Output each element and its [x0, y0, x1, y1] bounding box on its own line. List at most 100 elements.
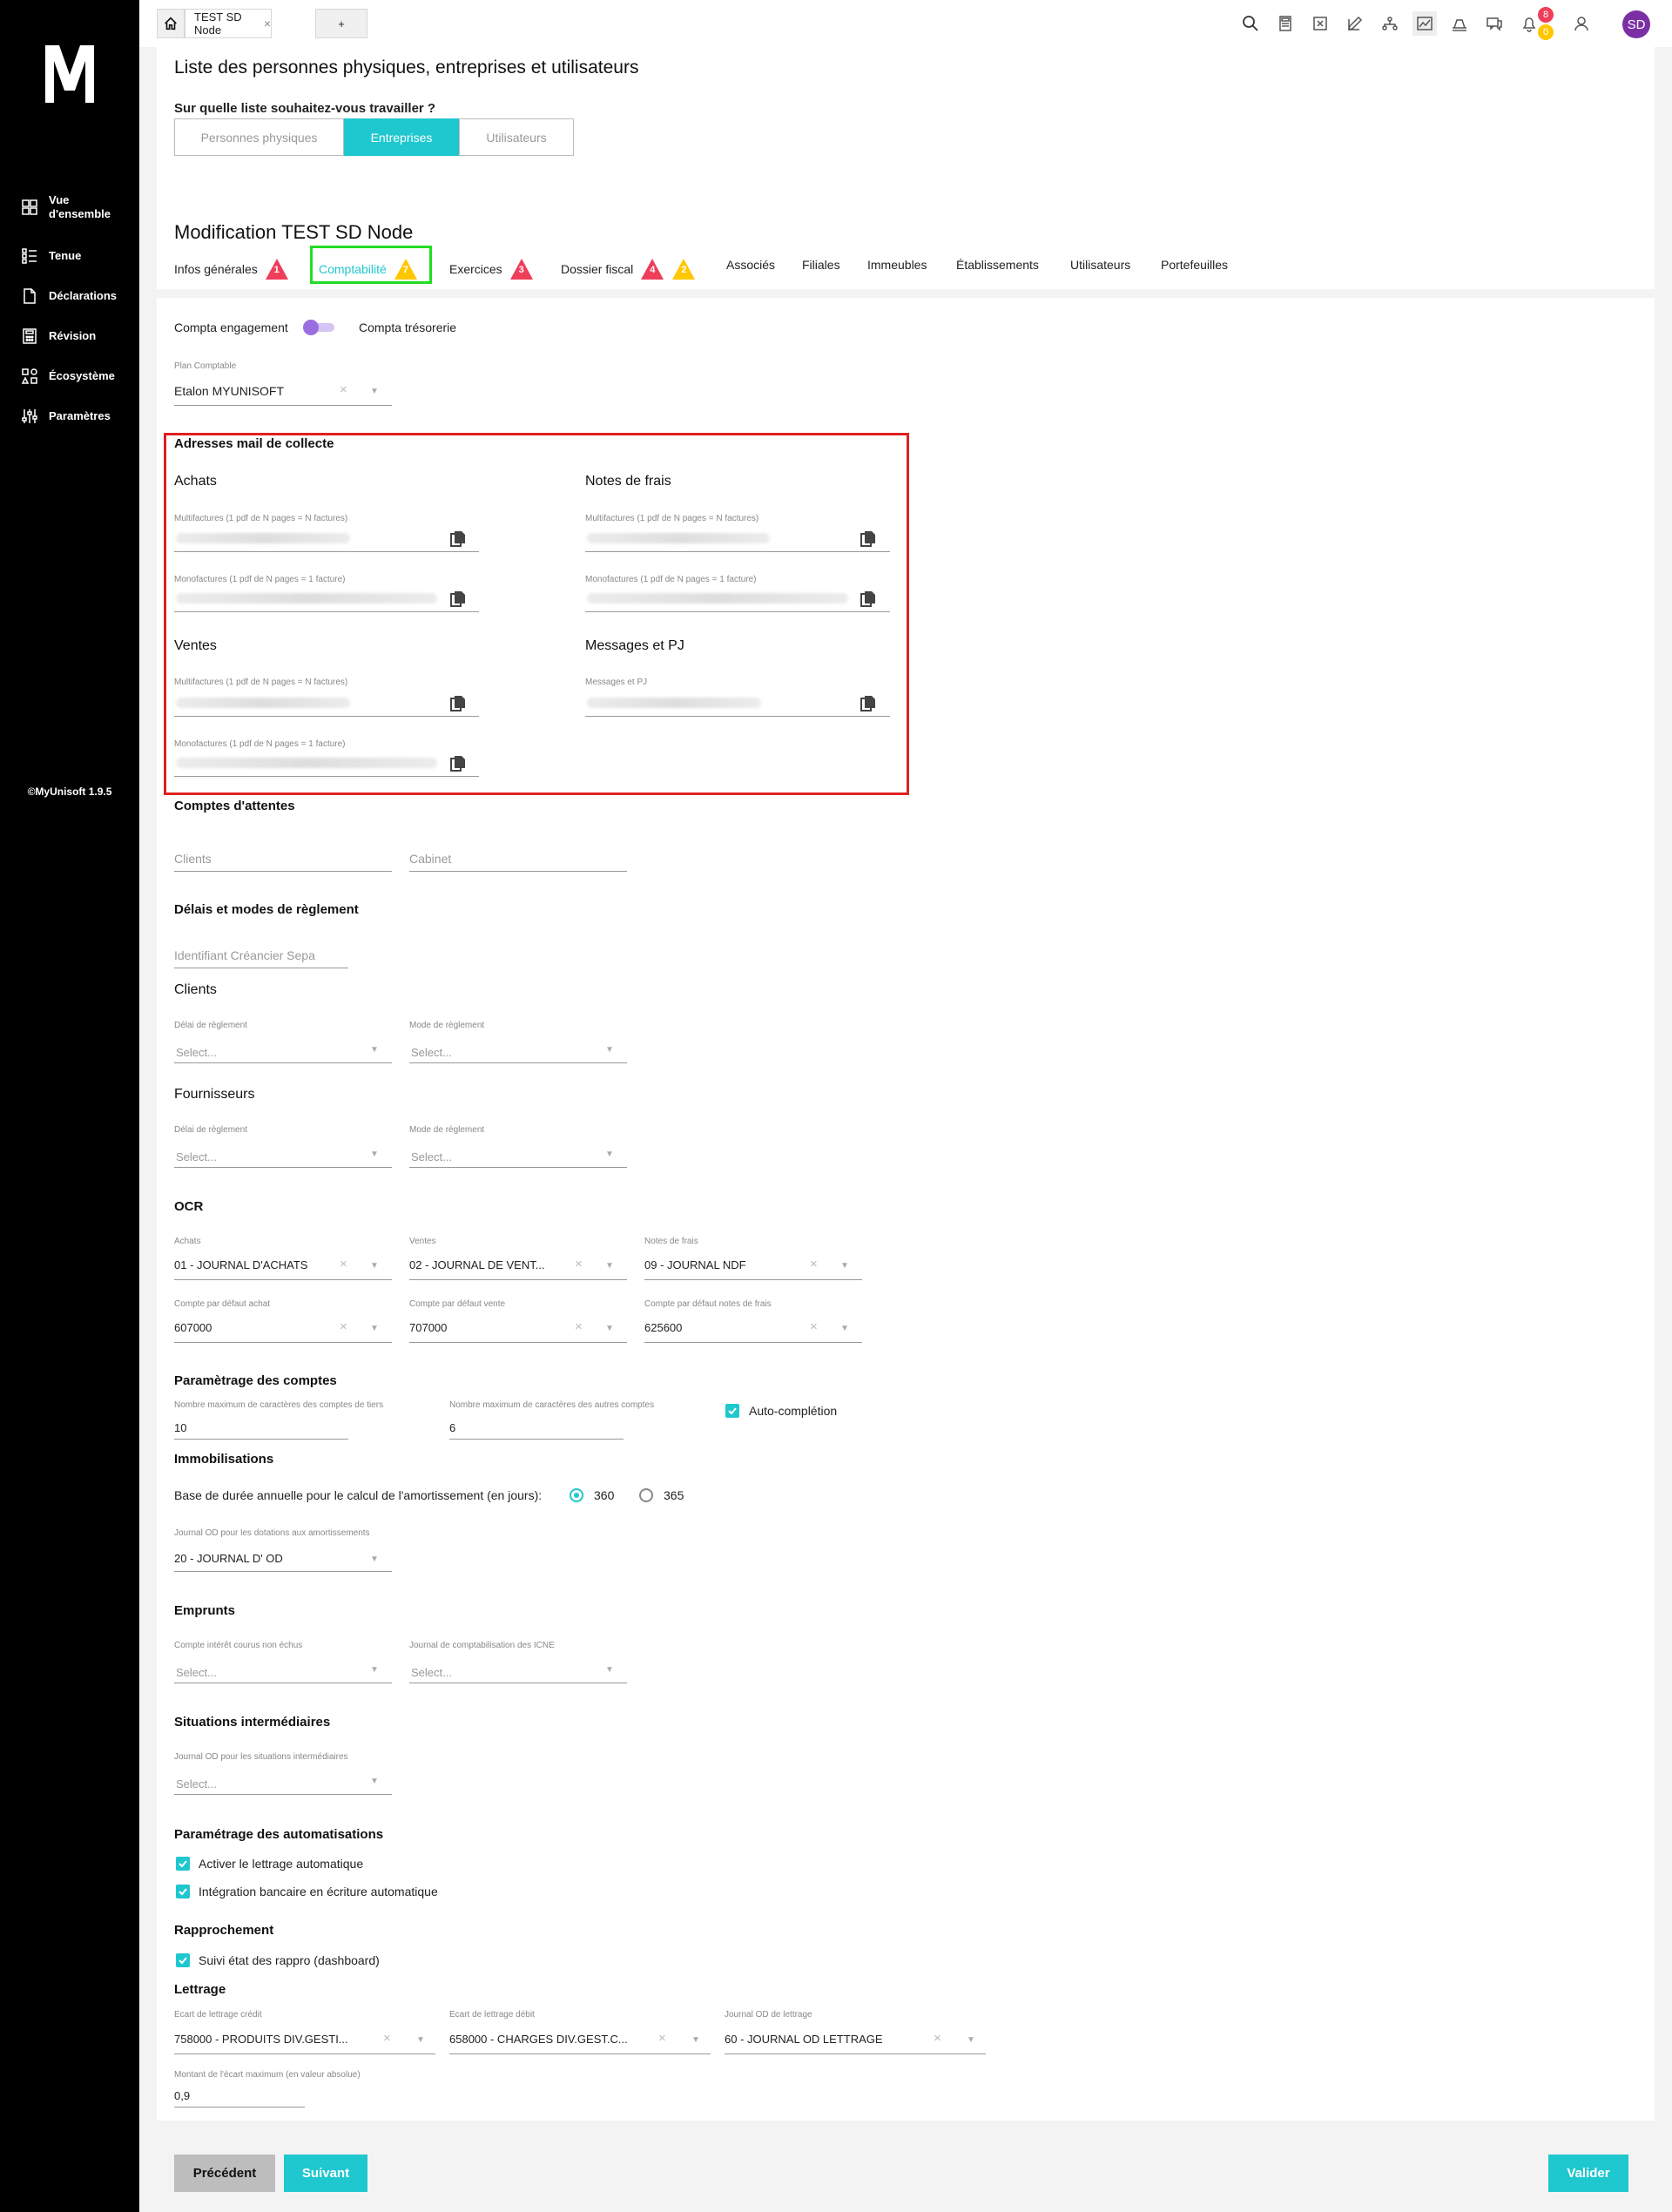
ocr-compte-achat-select[interactable]: 607000 — [174, 1321, 212, 1334]
chevron-down-icon[interactable]: ▼ — [967, 2035, 975, 2045]
tab-filiales[interactable]: Filiales — [802, 258, 840, 272]
max-autres-input[interactable]: 6 — [449, 1421, 455, 1434]
clear-icon[interactable]: × — [340, 382, 347, 397]
ocr-compte-vente-select[interactable]: 707000 — [409, 1321, 447, 1334]
suivi-rappro-checkbox[interactable] — [176, 1953, 190, 1967]
radio-360[interactable] — [570, 1488, 583, 1502]
chevron-down-icon[interactable]: ▼ — [370, 1150, 379, 1159]
tab-test-sd-node[interactable]: TEST SD Node × — [185, 9, 272, 38]
copy-button[interactable] — [448, 754, 468, 778]
messages-email[interactable] — [587, 698, 761, 708]
clear-icon[interactable]: × — [383, 2031, 391, 2046]
journal-od-select[interactable]: 20 - JOURNAL D' OD — [174, 1552, 283, 1565]
tab-associes[interactable]: Associés — [726, 258, 775, 272]
ndf-multi-email[interactable] — [587, 533, 770, 543]
integration-bancaire-checkbox[interactable] — [176, 1885, 190, 1898]
clear-icon[interactable]: × — [658, 2031, 666, 2046]
copy-button[interactable] — [448, 694, 468, 718]
calculator-button[interactable] — [1273, 11, 1298, 36]
ocr-achats-select[interactable]: 01 - JOURNAL D'ACHATS — [174, 1258, 307, 1271]
home-button[interactable] — [157, 9, 185, 38]
fournisseurs-delai-select[interactable]: Select... — [176, 1150, 217, 1163]
validate-button[interactable]: Valider — [1548, 2155, 1628, 2192]
sidebar-item-revision[interactable]: Révision — [21, 327, 96, 345]
tab-dossier-fiscal[interactable]: Dossier fiscal 4 2 — [561, 258, 696, 280]
network-button[interactable] — [1378, 11, 1402, 36]
sepa-input[interactable]: Identifiant Créancier Sepa — [174, 948, 315, 962]
clients-delai-select[interactable]: Select... — [176, 1046, 217, 1059]
copy-button[interactable] — [448, 590, 468, 613]
clear-icon[interactable]: × — [575, 1319, 583, 1334]
avatar[interactable]: SD — [1622, 10, 1650, 38]
ventes-multi-email[interactable] — [176, 698, 350, 708]
chevron-down-icon[interactable]: ▼ — [370, 1045, 379, 1055]
segment-entreprises[interactable]: Entreprises — [344, 118, 459, 156]
icne-journal-select[interactable]: Select... — [411, 1666, 452, 1679]
copy-button[interactable] — [859, 590, 878, 613]
copy-button[interactable] — [859, 694, 878, 718]
chat-button[interactable] — [1482, 11, 1507, 36]
close-icon[interactable]: × — [264, 17, 271, 30]
chevron-down-icon[interactable]: ▼ — [370, 1324, 379, 1333]
copy-button[interactable] — [448, 529, 468, 553]
chevron-down-icon[interactable]: ▼ — [840, 1324, 849, 1333]
achats-multi-email[interactable] — [176, 533, 350, 543]
clear-icon[interactable]: × — [810, 1257, 818, 1271]
segment-utilisateurs[interactable]: Utilisateurs — [459, 118, 574, 156]
chevron-down-icon[interactable]: ▼ — [370, 387, 379, 396]
lettrage-auto-checkbox[interactable] — [176, 1857, 190, 1871]
max-tiers-input[interactable]: 10 — [174, 1421, 186, 1434]
chevron-down-icon[interactable]: ▼ — [605, 1150, 614, 1159]
clear-icon[interactable]: × — [575, 1257, 583, 1271]
cabinet-input[interactable]: Cabinet — [409, 852, 451, 866]
clear-icon[interactable]: × — [340, 1257, 347, 1271]
add-tab-button[interactable]: + — [315, 9, 367, 38]
fournisseurs-mode-select[interactable]: Select... — [411, 1150, 452, 1163]
ecart-credit-select[interactable]: 758000 - PRODUITS DIV.GESTI... — [174, 2033, 348, 2046]
autocompletion-checkbox[interactable] — [725, 1404, 739, 1418]
icne-compte-select[interactable]: Select... — [176, 1666, 217, 1679]
montant-input[interactable]: 0,9 — [174, 2089, 190, 2102]
clear-icon[interactable]: × — [934, 2031, 941, 2046]
clear-icon[interactable]: × — [340, 1319, 347, 1334]
ventes-mono-email[interactable] — [176, 758, 437, 768]
tab-portefeuilles[interactable]: Portefeuilles — [1161, 258, 1228, 272]
radio-365[interactable] — [639, 1488, 653, 1502]
chevron-down-icon[interactable]: ▼ — [370, 1665, 379, 1675]
myunisoft-logo[interactable] — [42, 40, 98, 105]
ocr-compte-ndf-select[interactable]: 625600 — [644, 1321, 682, 1334]
ocr-ventes-select[interactable]: 02 - JOURNAL DE VENT... — [409, 1258, 545, 1271]
segment-personnes-physiques[interactable]: Personnes physiques — [174, 118, 344, 156]
tab-infos-generales[interactable]: Infos générales 1 — [174, 258, 289, 280]
next-button[interactable]: Suivant — [284, 2155, 367, 2192]
clients-input[interactable]: Clients — [174, 852, 212, 866]
sidebar-item-overview[interactable]: Vue d'ensemble — [21, 193, 111, 221]
ndf-mono-email[interactable] — [587, 593, 848, 604]
sidebar-item-declarations[interactable]: Déclarations — [21, 287, 117, 305]
chevron-down-icon[interactable]: ▼ — [691, 2035, 700, 2045]
achats-mono-email[interactable] — [176, 593, 437, 604]
journal-od-lettrage-select[interactable]: 60 - JOURNAL OD LETTRAGE — [725, 2033, 883, 2046]
chevron-down-icon[interactable]: ▼ — [605, 1324, 614, 1333]
previous-button[interactable]: Précédent — [174, 2155, 275, 2192]
user-button[interactable] — [1569, 11, 1594, 36]
ocr-ndf-select[interactable]: 09 - JOURNAL NDF — [644, 1258, 746, 1271]
ecart-debit-select[interactable]: 658000 - CHARGES DIV.GEST.C... — [449, 2033, 628, 2046]
bank-button[interactable] — [1447, 11, 1472, 36]
sidebar-item-parametres[interactable]: Paramètres — [21, 408, 111, 425]
copy-button[interactable] — [859, 529, 878, 553]
plan-comptable-value[interactable]: Etalon MYUNISOFT — [174, 384, 284, 398]
chart-button[interactable] — [1412, 11, 1437, 36]
chevron-down-icon[interactable]: ▼ — [370, 1554, 379, 1564]
search-button[interactable] — [1238, 11, 1263, 36]
chevron-down-icon[interactable]: ▼ — [370, 1777, 379, 1786]
tab-utilisateurs[interactable]: Utilisateurs — [1070, 258, 1130, 272]
tab-etablissements[interactable]: Établissements — [956, 258, 1039, 272]
chevron-down-icon[interactable]: ▼ — [840, 1261, 849, 1271]
tab-exercices[interactable]: Exercices 3 — [449, 258, 534, 280]
chevron-down-icon[interactable]: ▼ — [370, 1261, 379, 1271]
tab-immeubles[interactable]: Immeubles — [867, 258, 927, 272]
chevron-down-icon[interactable]: ▼ — [416, 2035, 425, 2045]
compta-toggle[interactable] — [303, 320, 334, 335]
sidebar-item-tenue[interactable]: Tenue — [21, 247, 81, 265]
